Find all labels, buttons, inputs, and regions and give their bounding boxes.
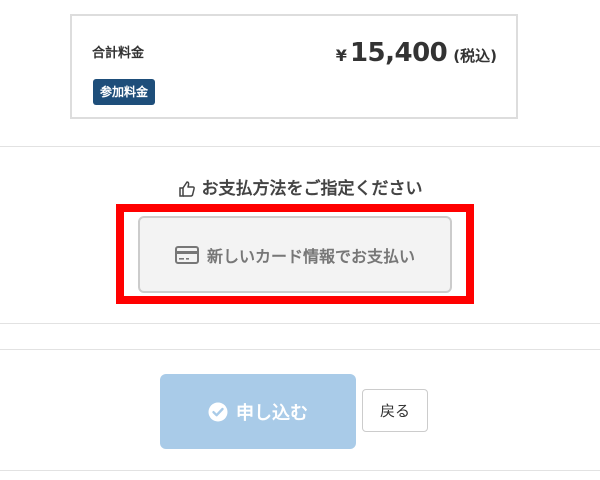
price-amount: 15,400 [349,38,448,68]
application-page: 合計料金 参加料金 ¥15,400 (税込) お支払方法をご指定ください 新しいカ… [0,0,600,480]
payment-method-heading: お支払方法をご指定ください [0,174,600,199]
currency-symbol: ¥ [335,46,347,65]
back-button[interactable]: 戻る [362,389,428,432]
total-price-box: 合計料金 参加料金 ¥15,400 (税込) [70,14,518,119]
tax-note: (税込) [453,47,497,65]
submit-label: 申し込む [236,402,308,424]
submit-button[interactable]: 申し込む [160,374,356,449]
divider [0,146,600,147]
total-price: ¥15,400 (税込) [336,38,497,68]
hand-pointing-icon [178,180,196,198]
fee-badge: 参加料金 [93,79,156,105]
divider [0,349,600,350]
payment-method-heading-text: お支払方法をご指定ください [201,179,423,199]
divider [0,323,600,324]
divider [0,470,600,471]
highlight-frame [116,204,474,304]
total-label: 合計料金 [92,46,145,61]
check-circle-icon [208,402,228,422]
